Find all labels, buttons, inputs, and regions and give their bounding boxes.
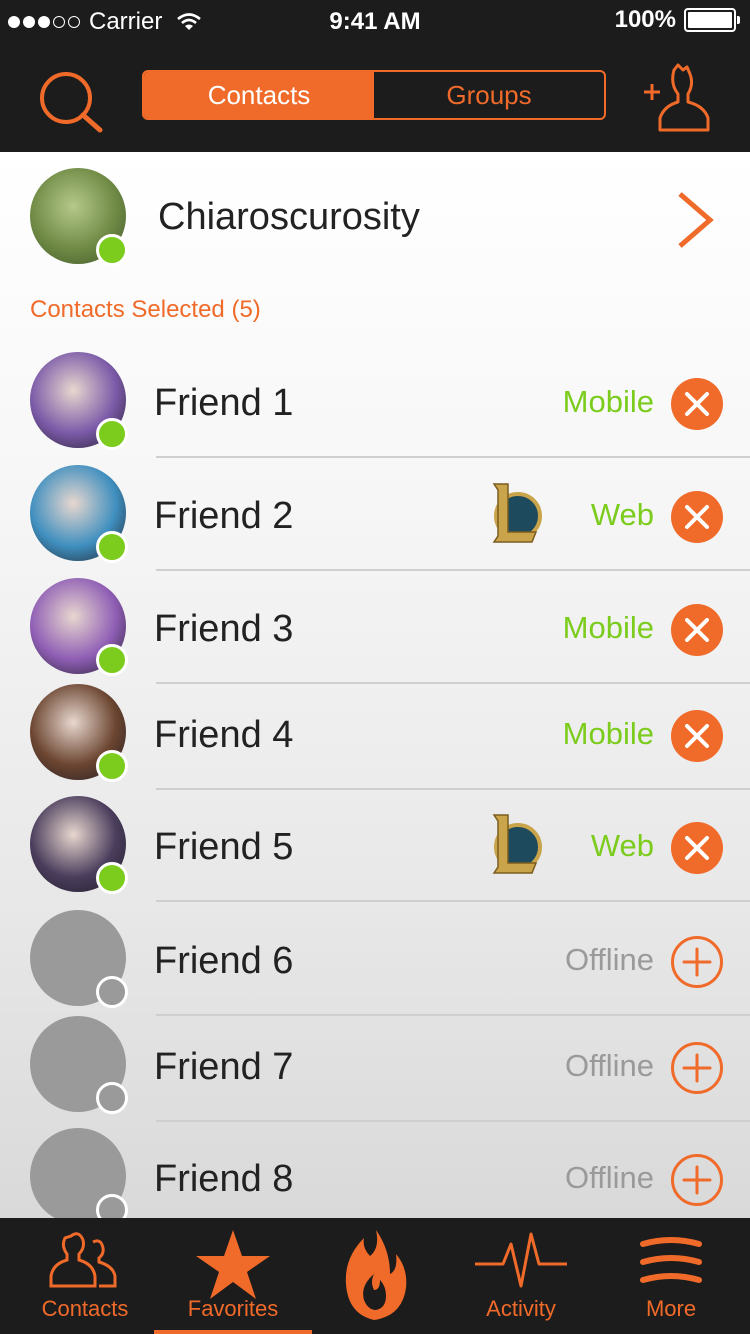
top-bar: Carrier 9:41 AM 100% Contacts Groups — [0, 0, 750, 152]
online-status-dot — [96, 862, 128, 894]
row-divider — [156, 569, 750, 571]
remove-contact-icon[interactable] — [670, 490, 724, 544]
avatar — [30, 684, 128, 782]
status-bar: Carrier 9:41 AM 100% — [0, 0, 750, 42]
online-status-dot — [96, 644, 128, 676]
add-contact-icon[interactable] — [638, 62, 714, 136]
segment-contacts[interactable]: Contacts — [144, 72, 374, 118]
friend-name: Friend 1 — [154, 382, 294, 424]
presence-status: Offline — [564, 942, 654, 977]
row-divider — [156, 788, 750, 790]
avatar — [30, 910, 128, 1008]
friend-name: Friend 2 — [154, 495, 294, 537]
tab-bar: Contacts Favorites Activity More — [0, 1218, 750, 1334]
avatar — [30, 168, 128, 266]
tab-favorites[interactable]: Favorites — [154, 1218, 312, 1334]
league-of-legends-icon — [492, 483, 542, 543]
battery-group: 100% — [614, 6, 740, 34]
activity-icon — [475, 1232, 567, 1288]
row-divider — [156, 900, 750, 902]
remove-contact-icon[interactable] — [670, 603, 724, 657]
presence-status: Mobile — [562, 384, 654, 419]
online-status-dot — [96, 750, 128, 782]
friend-row[interactable]: Friend 6 Offline — [0, 910, 750, 1022]
friend-name: Friend 7 — [154, 1046, 294, 1088]
contacts-icon — [49, 1232, 117, 1288]
avatar — [30, 465, 128, 563]
offline-status-dot — [96, 1082, 128, 1114]
presence-status: Offline — [564, 1160, 654, 1195]
friend-row[interactable]: Friend 4 Mobile — [0, 684, 750, 796]
avatar — [30, 1016, 128, 1114]
presence-status: Web — [590, 497, 654, 532]
friend-name: Friend 6 — [154, 940, 294, 982]
offline-status-dot — [96, 976, 128, 1008]
contacts-list[interactable]: Chiaroscurosity Contacts Selected (5) Fr… — [0, 152, 750, 1218]
friend-name: Friend 4 — [154, 714, 294, 756]
friend-row[interactable]: Friend 7 Offline — [0, 1016, 750, 1128]
friend-name: Friend 8 — [154, 1158, 294, 1200]
tab-more-label: More — [645, 1296, 697, 1321]
friend-row[interactable]: Friend 1 Mobile — [0, 352, 750, 464]
offline-status-dot — [96, 1194, 128, 1218]
tab-favorites-label: Favorites — [187, 1296, 279, 1321]
tab-contacts-label: Contacts — [41, 1296, 129, 1321]
remove-contact-icon[interactable] — [670, 709, 724, 763]
presence-status: Mobile — [562, 716, 654, 751]
presence-status: Mobile — [562, 610, 654, 645]
tab-more[interactable]: More — [596, 1218, 746, 1334]
avatar — [30, 796, 128, 894]
flame-icon — [345, 1230, 407, 1320]
row-divider — [156, 456, 750, 458]
tab-activity-label: Activity — [486, 1296, 556, 1321]
chevron-right-icon[interactable] — [676, 192, 716, 248]
online-status-dot — [96, 234, 128, 266]
friend-row[interactable]: Friend 8 Offline — [0, 1128, 750, 1218]
menu-icon — [640, 1237, 702, 1283]
section-header-contacts-selected: Contacts Selected (5) — [30, 296, 261, 323]
friend-name: Friend 3 — [154, 608, 294, 650]
battery-icon — [684, 8, 740, 32]
tab-contacts[interactable]: Contacts — [10, 1218, 160, 1334]
tab-activity[interactable]: Activity — [446, 1218, 596, 1334]
online-status-dot — [96, 531, 128, 563]
presence-status: Web — [590, 828, 654, 863]
league-of-legends-icon — [492, 814, 542, 874]
remove-contact-icon[interactable] — [670, 377, 724, 431]
row-divider — [156, 1120, 750, 1122]
add-contact-plus-icon[interactable] — [670, 935, 724, 989]
online-status-dot — [96, 418, 128, 450]
avatar — [30, 1128, 128, 1218]
battery-percent: 100% — [614, 6, 676, 33]
friend-row[interactable]: Friend 2 Web — [0, 465, 750, 577]
add-contact-plus-icon[interactable] — [670, 1153, 724, 1207]
presence-status: Offline — [564, 1048, 654, 1083]
segment-groups[interactable]: Groups — [374, 72, 604, 118]
friend-row[interactable]: Friend 3 Mobile — [0, 578, 750, 690]
my-profile-row[interactable]: Chiaroscurosity — [0, 152, 750, 286]
friend-name: Friend 5 — [154, 826, 294, 868]
contacts-groups-segmented-control: Contacts Groups — [142, 70, 606, 120]
remove-contact-icon[interactable] — [670, 821, 724, 875]
friend-row[interactable]: Friend 5 Web — [0, 796, 750, 908]
tab-home[interactable] — [320, 1218, 430, 1334]
avatar — [30, 352, 128, 450]
my-profile-name: Chiaroscurosity — [158, 196, 420, 238]
search-icon[interactable] — [34, 68, 110, 136]
avatar — [30, 578, 128, 676]
add-contact-plus-icon[interactable] — [670, 1041, 724, 1095]
star-icon — [196, 1230, 270, 1299]
